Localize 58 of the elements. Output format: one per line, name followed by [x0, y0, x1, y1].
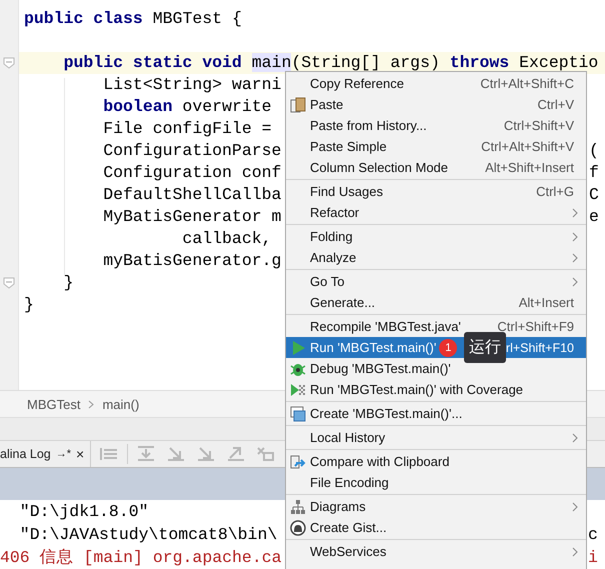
menu-item[interactable]: Go To	[286, 271, 586, 292]
console-text: "D:\jdk1.8.0"	[18, 502, 149, 521]
code-line: callback,	[181, 228, 272, 250]
menu-item[interactable]: Diagrams	[286, 496, 586, 517]
menu-item[interactable]: Refactor	[286, 202, 586, 223]
code-line: List<String> warni	[102, 74, 282, 96]
menu-item[interactable]: Copy Reference Ctrl+Alt+Shift+C	[286, 73, 586, 94]
arrow-down-icon[interactable]	[196, 446, 216, 462]
arrow-down-icon[interactable]	[166, 446, 186, 462]
code-line: File configFile =	[102, 118, 272, 140]
hierarchy-icon	[290, 498, 306, 514]
code-line: public class MBGTest {	[24, 8, 242, 30]
step-badge: 1	[439, 338, 458, 356]
breadcrumb-item[interactable]: main()	[102, 396, 140, 412]
play-icon	[290, 340, 306, 356]
code-line: Configuration conf	[102, 162, 282, 184]
code-line: DefaultShellCallba	[102, 184, 282, 206]
console-text: i	[588, 547, 598, 569]
breadcrumb-item[interactable]: MBGTest	[27, 396, 80, 412]
window-icon	[290, 406, 306, 422]
menu-item[interactable]: Compare with Clipboard	[286, 451, 586, 472]
chevron-icon	[88, 400, 94, 408]
console-text: "D:\JAVAstudy\tomcat8\bin\	[18, 525, 278, 544]
clipboard-icon	[290, 96, 306, 112]
code-line: }	[62, 272, 74, 294]
menu-item[interactable]: Find Usages Ctrl+G	[286, 181, 586, 202]
code-text: (	[589, 140, 599, 162]
menu-item[interactable]: WebServices	[286, 541, 586, 562]
soft-wrap-icon[interactable]	[99, 446, 120, 462]
menu-item[interactable]: Analyze	[286, 247, 586, 268]
code-line: ConfigurationParse	[102, 140, 282, 162]
code-line: myBatisGenerator.g	[102, 250, 282, 272]
code-line: public static void main(String[] args) throws Exceptio	[62, 52, 598, 74]
code-text: f	[589, 162, 599, 184]
menu-item[interactable]: Create Gist...	[286, 517, 586, 538]
clear-icon[interactable]	[256, 446, 276, 462]
compare-icon	[290, 454, 306, 470]
menu-item[interactable]: Paste Simple Ctrl+Alt+Shift+V	[286, 136, 586, 157]
menu-item[interactable]: Paste Ctrl+V	[286, 94, 586, 115]
tooltip: 运行	[464, 332, 506, 363]
menu-item[interactable]: Generate... Alt+Insert	[286, 292, 586, 313]
coverage-icon	[290, 382, 306, 398]
code-line: boolean overwrite	[102, 96, 272, 118]
code-line: }	[24, 294, 34, 316]
menu-item[interactable]: Local History	[286, 427, 586, 448]
code-text: C	[589, 184, 599, 206]
console-text: c	[588, 524, 598, 546]
scroll-to-end-icon[interactable]	[136, 446, 156, 462]
menu-item[interactable]: Folding	[286, 226, 586, 247]
menu-item[interactable]: Paste from History... Ctrl+Shift+V	[286, 115, 586, 136]
menu-item[interactable]: Create 'MBGTest.main()'...	[286, 403, 586, 424]
menu-item[interactable]: Run 'MBGTest.main()' with Coverage	[286, 379, 586, 400]
menu-item[interactable]: Column Selection Mode Alt+Shift+Insert	[286, 157, 586, 178]
console-text: 406 信息 [main] org.apache.ca	[0, 548, 282, 567]
code-text: e	[589, 206, 599, 228]
run-tab[interactable]: alina Log →* ×	[0, 441, 92, 467]
arrow-up-icon[interactable]	[226, 446, 246, 462]
code-line: MyBatisGenerator m	[102, 206, 282, 228]
